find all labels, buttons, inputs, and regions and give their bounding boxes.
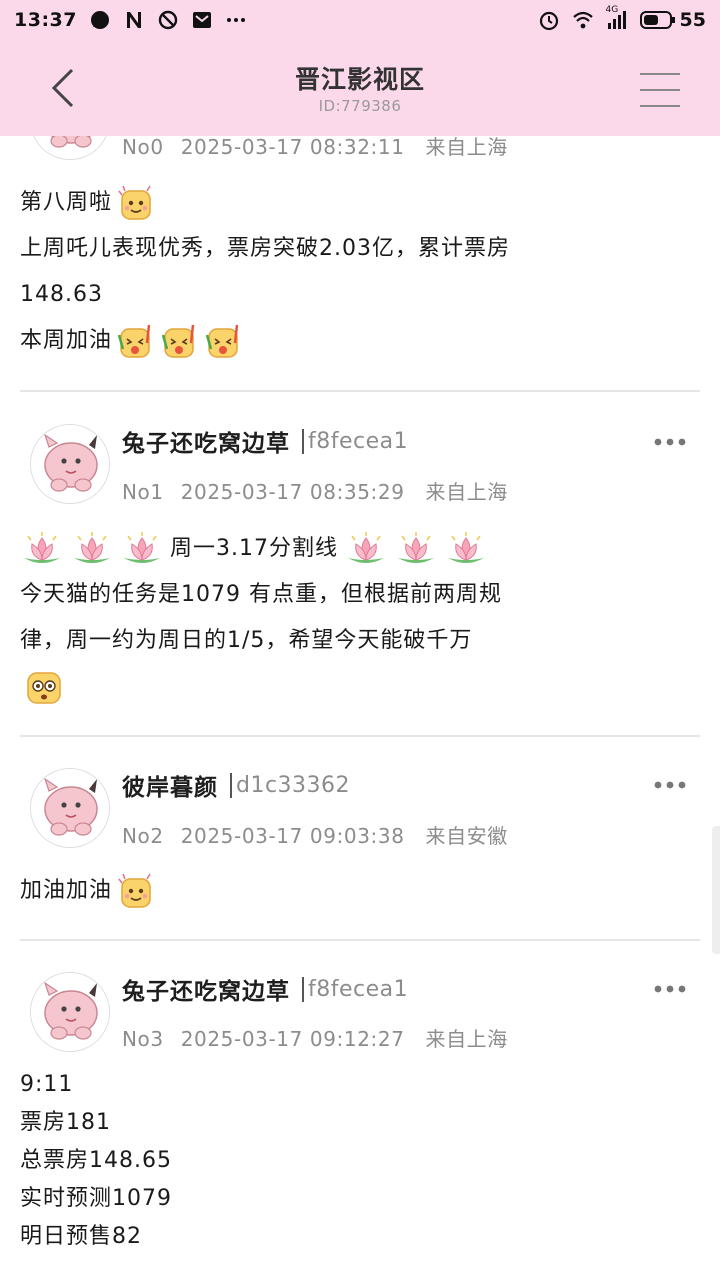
shocked-emoji-icon bbox=[24, 667, 64, 707]
post-line: 加油加油 bbox=[20, 868, 700, 914]
post-line bbox=[20, 664, 700, 710]
post-datetime: 2025-03-17 09:03:38 bbox=[180, 824, 405, 848]
app-header: 晋江影视区 ID:779386 bbox=[0, 40, 720, 136]
post-body: 周一3.17分割线 今天猫的任务是1079 有点重，但根据前两周规 律，周一约为… bbox=[20, 526, 700, 710]
post-meta: No1 2025-03-17 08:35:29 来自上海 bbox=[122, 476, 508, 505]
network-type-label: 4G bbox=[605, 5, 619, 15]
battery-icon bbox=[639, 11, 675, 29]
floor-number: No1 bbox=[122, 480, 164, 504]
post-line: 上周吒儿表现优秀，票房突破2.03亿，累计票房 bbox=[20, 236, 510, 261]
lotus-emoji-icon bbox=[70, 532, 114, 566]
post-line: 今天猫的任务是1079 有点重，但根据前两周规 bbox=[20, 582, 502, 607]
post-meta: No3 2025-03-17 09:12:27 来自上海 bbox=[122, 1023, 508, 1052]
post-body: 9:11 票房181 总票房148.65 实时预测1079 明日预售82 bbox=[20, 1066, 700, 1256]
username[interactable]: 彼岸暮颜 d1c33362 bbox=[122, 768, 350, 802]
username[interactable]: 兔子还吃窝边草 f8fecea1 bbox=[122, 424, 408, 458]
more-options-icon[interactable] bbox=[652, 432, 688, 452]
post-body: 加油加油 bbox=[20, 868, 700, 914]
more-notifications-icon bbox=[226, 18, 245, 22]
thread-content: No0 2025-03-17 08:32:11 来自上海 第八周啦 上周吒儿表现… bbox=[0, 0, 720, 1280]
post-line: 周一3.17分割线 bbox=[20, 526, 700, 572]
page-title: 晋江影视区 bbox=[294, 65, 425, 94]
more-options-icon[interactable] bbox=[652, 775, 688, 795]
more-options-icon[interactable] bbox=[652, 979, 688, 999]
scrollbar-handle[interactable] bbox=[712, 826, 720, 954]
floor-number: No3 bbox=[122, 1027, 164, 1051]
post-line: 总票房148.65 bbox=[20, 1148, 172, 1173]
post-line: 律，周一约为周日的1/5，希望今天能破千万 bbox=[20, 628, 473, 653]
smile-emoji-icon bbox=[116, 183, 156, 223]
cheer-emoji-icon bbox=[160, 321, 200, 361]
battery-level: 55 bbox=[679, 9, 706, 31]
cheer-emoji-icon bbox=[116, 321, 156, 361]
post-line: 实时预测1079 bbox=[20, 1186, 172, 1211]
post-location: 来自上海 bbox=[425, 1027, 508, 1051]
post-body: 第八周啦 上周吒儿表现优秀，票房突破2.03亿，累计票房 148.63 本周加油 bbox=[20, 180, 700, 364]
post-line: 148.63 bbox=[20, 282, 103, 307]
smile-emoji-icon bbox=[116, 871, 156, 911]
lotus-emoji-icon bbox=[394, 532, 438, 566]
user-id: d1c33362 bbox=[230, 772, 350, 798]
lotus-emoji-icon bbox=[444, 532, 488, 566]
board-id: ID:779386 bbox=[318, 97, 402, 115]
floor-number: No2 bbox=[122, 824, 164, 848]
hamburger-menu-icon[interactable] bbox=[638, 70, 682, 110]
wifi-icon bbox=[572, 11, 593, 29]
block-icon bbox=[158, 10, 178, 30]
user-id: f8fecea1 bbox=[302, 976, 408, 1002]
avatar[interactable] bbox=[30, 424, 110, 504]
divider bbox=[20, 390, 700, 392]
divider bbox=[20, 939, 700, 941]
status-time: 13:37 bbox=[14, 9, 77, 31]
alarm-icon bbox=[539, 11, 558, 31]
username[interactable]: 兔子还吃窝边草 f8fecea1 bbox=[122, 972, 408, 1006]
post-line: 第八周啦 bbox=[20, 180, 700, 226]
status-bar: 13:37 4G 55 bbox=[0, 0, 720, 40]
lotus-emoji-icon bbox=[120, 532, 164, 566]
chat-bubble-icon bbox=[90, 11, 109, 29]
avatar[interactable] bbox=[30, 972, 110, 1052]
post-location: 来自安徽 bbox=[425, 824, 508, 848]
lotus-emoji-icon bbox=[20, 532, 64, 566]
divider bbox=[20, 735, 700, 737]
post-meta: No2 2025-03-17 09:03:38 来自安徽 bbox=[122, 820, 508, 849]
post-datetime: 2025-03-17 09:12:27 bbox=[180, 1027, 405, 1051]
post-datetime: 2025-03-17 08:32:11 bbox=[180, 135, 405, 159]
post-datetime: 2025-03-17 08:35:29 bbox=[180, 480, 405, 504]
post-line: 票房181 bbox=[20, 1110, 111, 1135]
post-line: 本周加油 bbox=[20, 318, 700, 364]
post-line: 9:11 bbox=[20, 1072, 74, 1097]
mail-icon bbox=[192, 12, 211, 28]
post-line: 明日预售82 bbox=[20, 1224, 142, 1249]
post-location: 来自上海 bbox=[425, 480, 508, 504]
post-location: 来自上海 bbox=[425, 135, 508, 159]
cheer-emoji-icon bbox=[204, 321, 244, 361]
avatar[interactable] bbox=[30, 768, 110, 848]
lotus-emoji-icon bbox=[344, 532, 388, 566]
user-id: f8fecea1 bbox=[302, 428, 408, 454]
floor-number: No0 bbox=[122, 135, 164, 159]
n-logo-icon bbox=[126, 12, 141, 28]
